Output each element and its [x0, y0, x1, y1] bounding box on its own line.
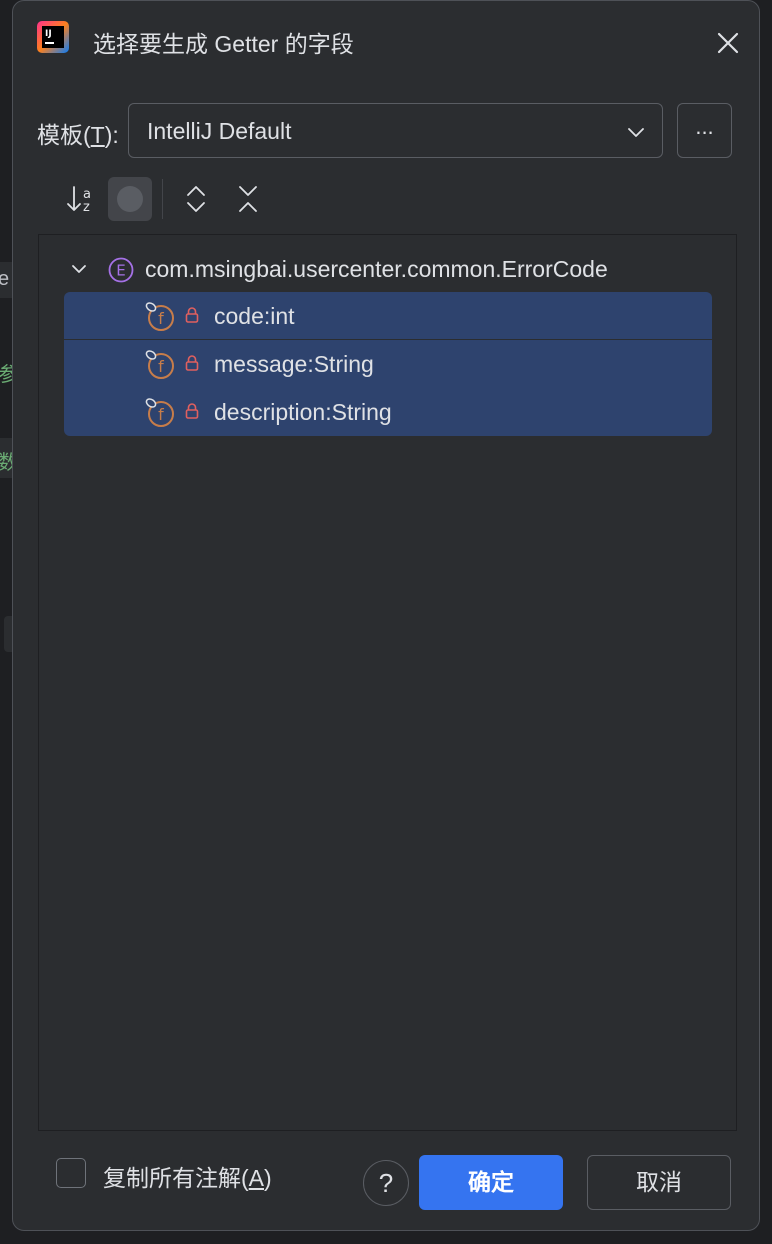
show-inherited-toggle[interactable] [108, 177, 152, 221]
tree-root-class[interactable]: E com.msingbai.usercenter.common.ErrorCo… [39, 249, 736, 289]
template-label: 模板(T): [37, 122, 119, 148]
field-row-description[interactable]: f description:String [64, 388, 712, 436]
chevron-down-icon[interactable] [69, 259, 89, 279]
template-more-button[interactable]: ... [677, 103, 732, 158]
template-selected-value: IntelliJ Default [147, 118, 292, 144]
help-button[interactable]: ? [363, 1160, 409, 1206]
toolbar-separator [162, 179, 163, 219]
fields-tree[interactable]: E com.msingbai.usercenter.common.ErrorCo… [38, 234, 737, 1131]
field-icon: f [145, 350, 174, 379]
field-icon: f [145, 398, 174, 427]
field-row-code[interactable]: f code:int [64, 292, 712, 340]
copy-annotations-checkbox[interactable] [56, 1158, 86, 1188]
field-icon: f [145, 302, 174, 331]
close-icon[interactable] [710, 25, 746, 61]
intellij-logo-icon: IJ [37, 21, 69, 53]
chevron-down-icon [628, 128, 644, 137]
dialog-title: 选择要生成 Getter 的字段 [93, 31, 354, 57]
field-label: description:String [214, 399, 392, 425]
lock-icon [185, 307, 199, 323]
svg-text:f: f [158, 309, 164, 328]
lock-icon [185, 355, 199, 371]
lock-icon [185, 403, 199, 419]
sort-alphabetically-button[interactable]: a z [61, 177, 105, 221]
app-icon-text: IJ [45, 29, 52, 39]
title-bar[interactable]: IJ 选择要生成 Getter 的字段 [13, 1, 759, 81]
expand-all-icon [187, 186, 205, 212]
ok-button[interactable]: 确定 [419, 1155, 563, 1210]
class-name: com.msingbai.usercenter.common.ErrorCode [145, 256, 608, 282]
svg-text:z: z [83, 200, 90, 215]
dialog-footer: 复制所有注解(A) ? 确定 取消 [13, 1141, 759, 1221]
circle-icon [117, 186, 143, 212]
field-label: code:int [214, 303, 295, 329]
svg-text:f: f [158, 405, 164, 424]
expand-all-button[interactable] [174, 177, 218, 221]
copy-annotations-label[interactable]: 复制所有注解(A) [103, 1159, 272, 1193]
field-row-message[interactable]: f message:String [64, 340, 712, 388]
field-label: message:String [214, 351, 374, 377]
template-dropdown[interactable]: IntelliJ Default [128, 103, 663, 158]
svg-text:f: f [158, 357, 164, 376]
enum-class-icon: E [108, 257, 134, 283]
cancel-button[interactable]: 取消 [587, 1155, 731, 1210]
collapse-all-button[interactable] [226, 177, 270, 221]
collapse-all-icon [239, 186, 257, 212]
sort-alpha-icon: a z [67, 186, 91, 215]
tree-toolbar: a z [57, 177, 357, 221]
generate-getter-dialog: IJ 选择要生成 Getter 的字段 模板(T): IntelliJ Defa… [12, 0, 760, 1231]
svg-text:E: E [116, 262, 125, 280]
